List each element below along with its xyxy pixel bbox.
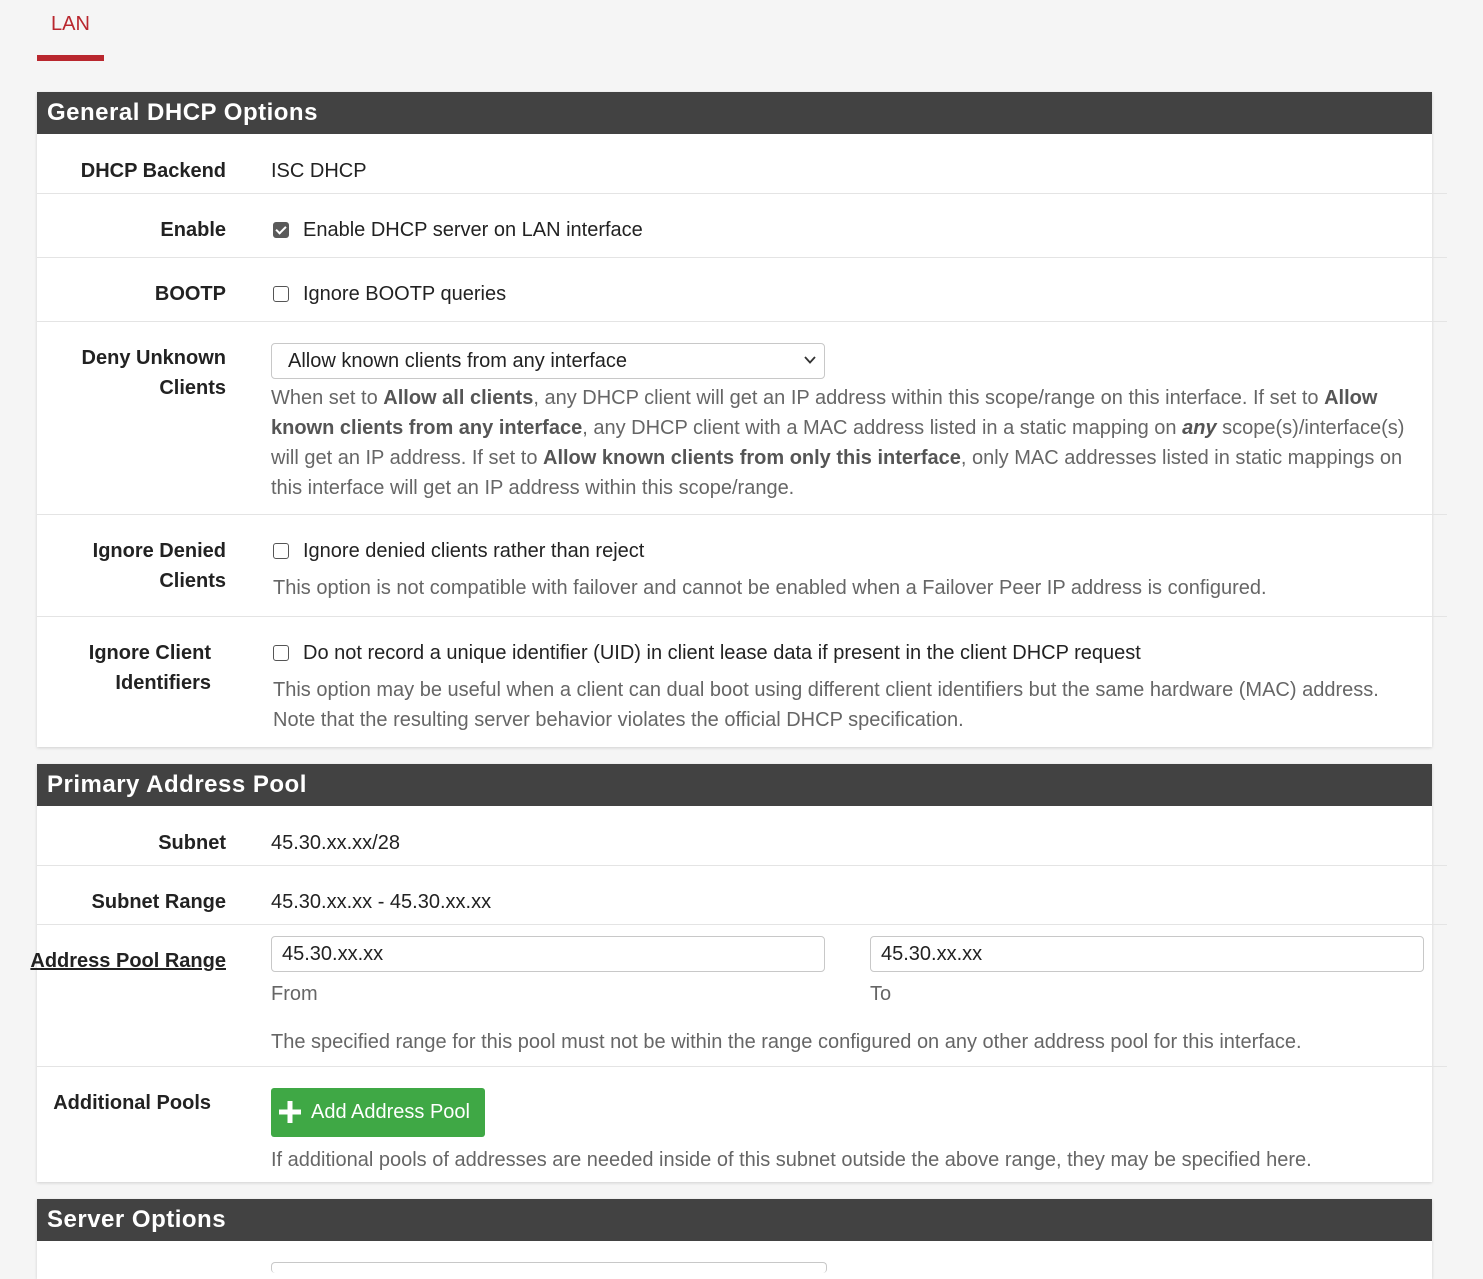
subnet-range-value: 45.30.xx.xx - 45.30.xx.xx <box>271 891 492 913</box>
ignore-cid-checkbox[interactable] <box>273 645 289 661</box>
bootp-checkbox-text: Ignore BOOTP queries <box>303 283 507 305</box>
bootp-label: BOOTP <box>154 283 226 305</box>
ignore-denied-label-line1: Ignore Denied <box>92 540 226 562</box>
pool-from-label: From <box>271 983 318 1005</box>
ignore-cid-help: This option may be useful when a client … <box>273 679 1379 731</box>
bootp-checkbox[interactable] <box>273 286 289 302</box>
pool-range-help: The specified range for this pool must n… <box>271 1031 1302 1053</box>
add-address-pool-label: Add Address Pool <box>311 1101 470 1123</box>
deny-unknown-clients-label: Deny Unknown Clients <box>46 343 226 403</box>
subnet-value: 45.30.xx.xx/28 <box>271 832 400 854</box>
row-subnet: Subnet 45.30.xx.xx/28 <box>37 806 1447 866</box>
additional-pools-help: If additional pools of addresses are nee… <box>271 1149 1312 1171</box>
row-ignore-client-identifiers: Ignore Client Identifiers Do not record … <box>37 617 1432 747</box>
row-enable: Enable Enable DHCP server on LAN interfa… <box>37 194 1447 258</box>
primary-address-pool-panel: Primary Address Pool Subnet 45.30.xx.xx/… <box>30 764 1447 1182</box>
tab-active-indicator <box>37 55 104 61</box>
enable-checkbox-text: Enable DHCP server on LAN interface <box>303 219 643 241</box>
pool-to-label: To <box>870 983 892 1005</box>
add-address-pool-button[interactable]: Add Address Pool <box>271 1088 485 1137</box>
deny-help-text: When set to Allow all clients, any DHCP … <box>271 387 1405 499</box>
interface-tabs: LAN <box>37 0 1432 61</box>
ignore-denied-label-line2: Clients <box>159 570 226 592</box>
deny-label-line1: Deny Unknown <box>81 347 226 369</box>
server-options-panel: Server Options <box>37 1199 1432 1279</box>
row-address-pool-range: Address Pool Range From To The specified… <box>30 925 1447 1067</box>
enable-label: Enable <box>160 219 226 241</box>
ignore-cid-label-line2: Identifiers <box>115 672 211 694</box>
subnet-range-label: Subnet Range <box>91 891 226 913</box>
additional-pools-label: Additional Pools <box>53 1092 211 1114</box>
ignore-cid-checkbox-line: Do not record a unique identifier (UID) … <box>271 638 1408 668</box>
deny-label-line2: Clients <box>159 377 226 399</box>
dhcp-backend-value: ISC DHCP <box>271 160 367 182</box>
bootp-checkbox-line: Ignore BOOTP queries <box>271 279 1423 309</box>
address-pool-range-label[interactable]: Address Pool Range <box>26 946 226 976</box>
ignore-cid-text: Do not record a unique identifier (UID) … <box>303 642 1141 664</box>
ignore-denied-label: Ignore Denied Clients <box>46 536 226 596</box>
enable-checkbox[interactable] <box>273 222 289 238</box>
tab-lan[interactable]: LAN <box>37 0 104 61</box>
ignore-cid-label: Ignore Client Identifiers <box>31 638 211 698</box>
panel-heading-general: General DHCP Options <box>37 92 1432 134</box>
row-bootp: BOOTP Ignore BOOTP queries <box>37 258 1447 322</box>
pool-to-input[interactable] <box>870 936 1424 972</box>
ignore-denied-content: Ignore denied clients rather than reject… <box>271 536 1423 603</box>
general-dhcp-options-panel: General DHCP Options DHCP Backend ISC DH… <box>37 92 1447 747</box>
deny-unknown-clients-select[interactable]: Allow known clients from any interface <box>271 343 825 379</box>
tab-lan-label: LAN <box>51 13 90 35</box>
row-additional-pools: Additional Pools Add Address Pool If add… <box>37 1067 1432 1182</box>
deny-select-value: Allow known clients from any interface <box>288 350 628 372</box>
chevron-down-icon <box>804 356 816 364</box>
ignore-denied-checkbox-line: Ignore denied clients rather than reject <box>271 536 1423 566</box>
panel-heading-pool: Primary Address Pool <box>37 764 1432 806</box>
panel-heading-server: Server Options <box>37 1199 1432 1241</box>
enable-checkbox-line: Enable DHCP server on LAN interface <box>271 215 1423 245</box>
server-options-field-partial[interactable] <box>271 1262 827 1273</box>
row-dhcp-backend: DHCP Backend ISC DHCP <box>37 134 1447 194</box>
ignore-cid-content: Do not record a unique identifier (UID) … <box>271 638 1408 735</box>
plus-icon <box>279 1101 301 1123</box>
dhcp-backend-label: DHCP Backend <box>80 160 226 182</box>
ignore-cid-label-line1: Ignore Client <box>88 642 211 664</box>
row-subnet-range: Subnet Range 45.30.xx.xx - 45.30.xx.xx <box>37 866 1447 925</box>
subnet-label: Subnet <box>158 832 226 854</box>
ignore-denied-checkbox[interactable] <box>273 543 289 559</box>
deny-unknown-clients-content: Allow known clients from any interface W… <box>271 343 1423 503</box>
ignore-denied-help: This option is not compatible with failo… <box>273 577 1267 599</box>
pool-from-input[interactable] <box>271 936 825 972</box>
ignore-denied-text: Ignore denied clients rather than reject <box>303 540 645 562</box>
row-deny-unknown-clients: Deny Unknown Clients Allow known clients… <box>37 322 1447 515</box>
row-ignore-denied-clients: Ignore Denied Clients Ignore denied clie… <box>37 515 1447 617</box>
